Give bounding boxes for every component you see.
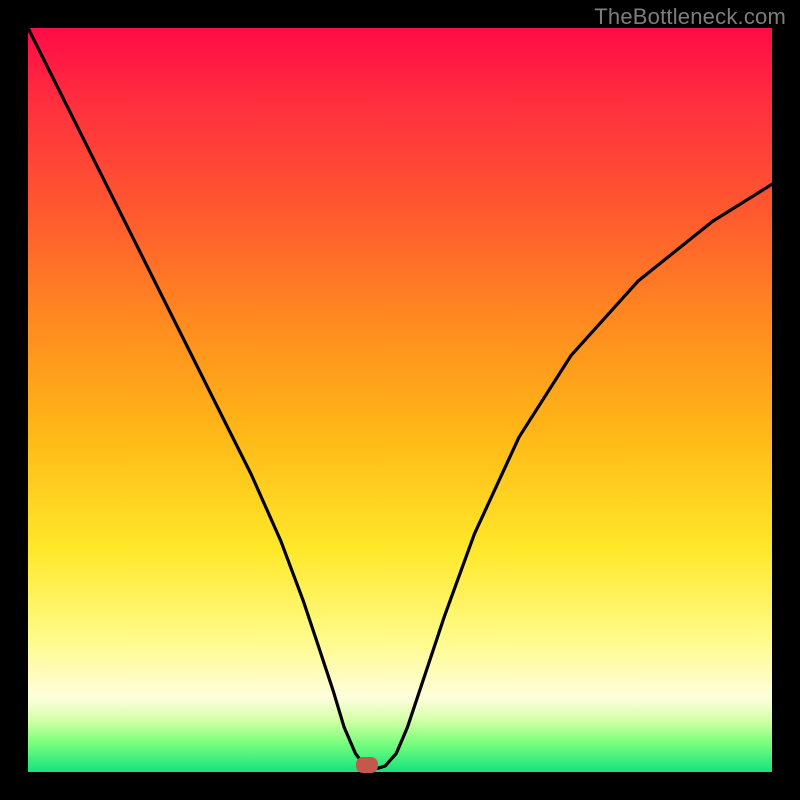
plot-area	[28, 28, 772, 772]
chart-frame: TheBottleneck.com	[0, 0, 800, 800]
bottleneck-curve	[28, 28, 772, 772]
watermark-text: TheBottleneck.com	[594, 4, 786, 30]
optimum-marker	[356, 757, 378, 773]
